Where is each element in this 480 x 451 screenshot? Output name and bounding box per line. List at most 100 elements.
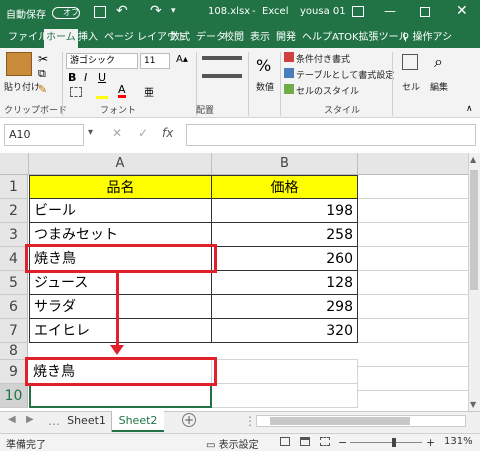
- sheet-tab-sheet1[interactable]: Sheet1: [62, 411, 112, 432]
- format-painter-icon[interactable]: ✎: [38, 83, 47, 96]
- row-header[interactable]: 4: [0, 247, 28, 271]
- customize-qat-icon[interactable]: ▾: [171, 6, 176, 16]
- tab-insert[interactable]: 挿入: [76, 29, 100, 48]
- conditional-format-button[interactable]: 条件付き書式: [296, 52, 350, 65]
- scroll-up-icon[interactable]: ▲: [470, 155, 476, 164]
- formula-input[interactable]: [186, 124, 476, 146]
- font-color-icon[interactable]: A: [118, 84, 126, 98]
- close-icon[interactable]: ✕: [456, 3, 468, 19]
- align-top-icon[interactable]: [202, 56, 242, 60]
- row-header[interactable]: 1: [0, 175, 28, 199]
- number-format-icon[interactable]: %: [256, 56, 271, 75]
- cut-icon[interactable]: ✂: [38, 52, 48, 66]
- cell-a5[interactable]: ジュース: [29, 271, 212, 295]
- add-sheet-icon[interactable]: +: [182, 413, 196, 427]
- cell-b2[interactable]: 198: [212, 199, 358, 223]
- select-all-corner[interactable]: [0, 153, 29, 175]
- minimize-icon[interactable]: —: [384, 4, 396, 18]
- tab-atok[interactable]: ATOK拡張ツール: [330, 29, 411, 48]
- autosave-toggle[interactable]: オフ: [52, 7, 80, 19]
- increase-font-icon[interactable]: A▴: [176, 54, 188, 65]
- empty-column-c[interactable]: [358, 175, 468, 408]
- tab-review[interactable]: 校閲: [222, 29, 246, 48]
- collapse-ribbon-icon[interactable]: ∧: [466, 104, 473, 114]
- cell-b7[interactable]: 320: [212, 319, 358, 343]
- page-break-view-icon[interactable]: [320, 437, 330, 446]
- row-header[interactable]: 9: [0, 360, 28, 384]
- confirm-entry-icon[interactable]: ✓: [138, 126, 148, 140]
- copy-icon[interactable]: ⧉: [38, 67, 46, 81]
- page-layout-view-icon[interactable]: [300, 437, 310, 446]
- cells-button[interactable]: セル: [402, 80, 420, 93]
- cancel-entry-icon[interactable]: ✕: [112, 126, 122, 140]
- row-header[interactable]: 7: [0, 319, 28, 343]
- number-group-button[interactable]: 数値: [256, 80, 274, 93]
- cell-b10[interactable]: [212, 384, 358, 408]
- column-header-a[interactable]: A: [29, 153, 212, 175]
- prev-sheet-icon[interactable]: ◀: [8, 414, 16, 425]
- fill-color-icon[interactable]: [96, 96, 108, 99]
- tab-split-icon[interactable]: ⋮: [244, 414, 256, 428]
- cell-b5[interactable]: 128: [212, 271, 358, 295]
- horizontal-scroll-thumb[interactable]: [270, 417, 410, 425]
- cell-b3[interactable]: 258: [212, 223, 358, 247]
- row-header[interactable]: 3: [0, 223, 28, 247]
- row-header[interactable]: 6: [0, 295, 28, 319]
- scroll-down-icon[interactable]: ▼: [470, 400, 476, 409]
- cell-styles-button[interactable]: セルのスタイル: [296, 84, 359, 97]
- paste-button[interactable]: 貼り付け: [4, 80, 40, 93]
- underline-icon[interactable]: U: [98, 71, 106, 84]
- phonetic-icon[interactable]: 亜: [144, 84, 154, 99]
- cell-a10-selected[interactable]: [29, 384, 212, 408]
- column-header-b[interactable]: B: [212, 153, 358, 175]
- redo-icon[interactable]: ↷: [150, 3, 162, 19]
- italic-icon[interactable]: I: [84, 71, 87, 84]
- zoom-slider-thumb[interactable]: [392, 438, 396, 447]
- next-sheet-icon[interactable]: ▶: [26, 414, 34, 425]
- row-header[interactable]: 2: [0, 199, 28, 223]
- cell-b9[interactable]: [212, 360, 358, 384]
- border-icon[interactable]: [70, 87, 82, 97]
- row-header[interactable]: 5: [0, 271, 28, 295]
- name-box-dropdown-icon[interactable]: ▾: [88, 127, 93, 138]
- display-settings-button[interactable]: ▭ 表示設定: [206, 436, 259, 451]
- paste-icon[interactable]: [6, 52, 32, 76]
- more-sheets-icon[interactable]: …: [48, 414, 60, 428]
- cell-a6[interactable]: サラダ: [29, 295, 212, 319]
- name-box[interactable]: A10: [4, 124, 84, 146]
- vertical-scroll-thumb[interactable]: [470, 170, 478, 290]
- font-size-select[interactable]: 11: [140, 53, 170, 69]
- zoom-in-icon[interactable]: +: [426, 436, 435, 449]
- undo-icon[interactable]: ↶: [116, 3, 128, 19]
- save-icon[interactable]: [94, 6, 106, 18]
- format-as-table-button[interactable]: テーブルとして書式設定: [296, 68, 394, 81]
- sheet-tab-sheet2[interactable]: Sheet2: [112, 411, 164, 432]
- user-name[interactable]: yousa 01: [300, 6, 346, 17]
- cell-b1[interactable]: 価格: [212, 175, 358, 199]
- row-header-selected[interactable]: 10: [0, 384, 28, 408]
- zoom-slider[interactable]: [350, 442, 422, 443]
- cell-a7[interactable]: エイヒレ: [29, 319, 212, 343]
- align-center-icon[interactable]: [202, 74, 242, 78]
- cell-b4[interactable]: 260: [212, 247, 358, 271]
- cell-a2[interactable]: ビール: [29, 199, 212, 223]
- tell-me-search[interactable]: ⚲ 操作アシ: [400, 29, 454, 48]
- normal-view-icon[interactable]: [280, 437, 290, 446]
- tab-formulas[interactable]: 数式: [168, 29, 192, 48]
- bold-icon[interactable]: B: [68, 71, 76, 84]
- maximize-icon[interactable]: [420, 7, 430, 17]
- tab-developer[interactable]: 開発: [274, 29, 298, 48]
- cell-b6[interactable]: 298: [212, 295, 358, 319]
- tab-view[interactable]: 表示: [248, 29, 272, 48]
- tab-home[interactable]: ホーム: [44, 29, 78, 48]
- column-header-c[interactable]: [358, 153, 468, 175]
- editing-button[interactable]: 編集: [430, 80, 448, 93]
- tab-help[interactable]: ヘルプ: [300, 29, 334, 48]
- cell-a1[interactable]: 品名: [29, 175, 212, 199]
- insert-function-icon[interactable]: fx: [162, 126, 173, 140]
- ribbon-display-icon[interactable]: [352, 6, 364, 17]
- row-header[interactable]: 8: [0, 343, 28, 360]
- zoom-out-icon[interactable]: −: [338, 436, 347, 449]
- zoom-level[interactable]: 131%: [444, 436, 473, 447]
- font-name-select[interactable]: 游ゴシック: [66, 53, 138, 69]
